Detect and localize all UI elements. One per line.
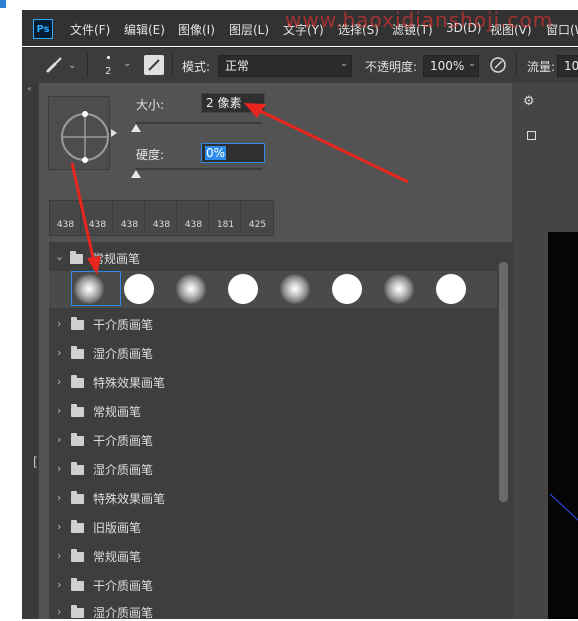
arrow-to-brush-tip (70, 162, 101, 275)
accent-marker (0, 0, 6, 8)
annotation-arrows (70, 103, 409, 275)
arrow-to-size-field (244, 103, 409, 184)
